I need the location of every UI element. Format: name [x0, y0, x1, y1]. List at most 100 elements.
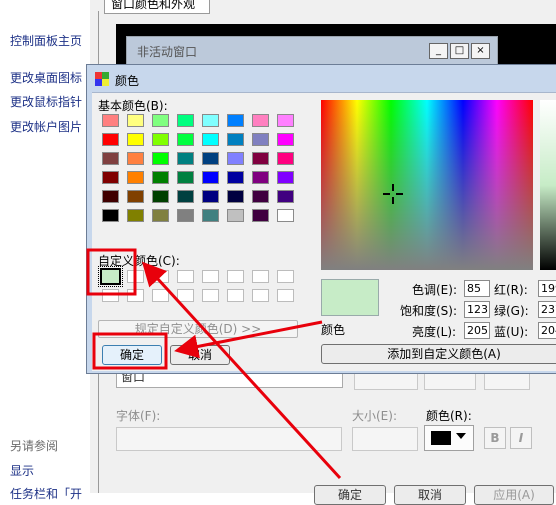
basic-color-swatch[interactable]	[177, 190, 194, 203]
basic-color-swatch[interactable]	[152, 152, 169, 165]
crosshair-icon[interactable]	[383, 184, 403, 204]
green-label: 绿(G):	[494, 304, 529, 318]
basic-color-swatch[interactable]	[277, 133, 294, 146]
basic-color-swatch[interactable]	[277, 190, 294, 203]
sidebar-link-change-desktop-icons[interactable]: 更改桌面图标	[10, 69, 82, 86]
basic-color-swatch[interactable]	[202, 133, 219, 146]
color-label: 颜色(R):	[426, 409, 472, 423]
green-field[interactable]: 237	[538, 301, 556, 318]
custom-color-swatch[interactable]	[177, 270, 194, 283]
basic-color-swatch[interactable]	[127, 190, 144, 203]
basic-color-swatch[interactable]	[202, 114, 219, 127]
font-dropdown[interactable]	[116, 427, 342, 451]
bg-apply-button[interactable]: 应用(A)	[474, 485, 554, 505]
basic-color-swatch[interactable]	[277, 209, 294, 222]
tab-window-color-appearance[interactable]: 窗口颜色和外观	[104, 0, 210, 14]
custom-color-swatch[interactable]	[277, 270, 294, 283]
basic-color-swatch[interactable]	[277, 152, 294, 165]
luminance-field[interactable]: 205	[464, 322, 490, 339]
custom-color-swatch[interactable]	[227, 289, 244, 302]
blue-field[interactable]: 204	[538, 322, 556, 339]
basic-color-swatch[interactable]	[102, 114, 119, 127]
basic-color-swatch[interactable]	[127, 152, 144, 165]
saturation-field[interactable]: 123	[464, 301, 490, 318]
custom-color-swatch[interactable]	[202, 289, 219, 302]
basic-color-swatch[interactable]	[227, 133, 244, 146]
font-size-dropdown[interactable]	[352, 427, 418, 451]
custom-color-swatch[interactable]	[152, 270, 169, 283]
custom-color-swatch[interactable]	[227, 270, 244, 283]
custom-color-swatch[interactable]	[177, 289, 194, 302]
basic-color-swatch[interactable]	[127, 133, 144, 146]
basic-color-swatch[interactable]	[177, 114, 194, 127]
bg-ok-button[interactable]: 确定	[314, 485, 386, 505]
define-custom-colors-button[interactable]: 规定自定义颜色(D) >>	[98, 320, 298, 338]
basic-color-swatch[interactable]	[102, 209, 119, 222]
basic-color-swatch[interactable]	[177, 171, 194, 184]
custom-color-swatch-selected[interactable]	[98, 266, 123, 287]
add-to-custom-colors-button[interactable]: 添加到自定义颜色(A)	[321, 344, 556, 364]
basic-color-swatch[interactable]	[202, 152, 219, 165]
bold-button[interactable]: B	[484, 427, 506, 449]
basic-color-swatch[interactable]	[202, 190, 219, 203]
basic-color-swatch[interactable]	[177, 152, 194, 165]
hue-field[interactable]: 85	[464, 280, 490, 297]
basic-color-swatch[interactable]	[152, 133, 169, 146]
italic-button[interactable]: I	[510, 427, 532, 449]
basic-color-swatch[interactable]	[252, 171, 269, 184]
color-spectrum[interactable]	[321, 100, 533, 270]
basic-color-swatch[interactable]	[227, 190, 244, 203]
basic-color-swatch[interactable]	[152, 209, 169, 222]
basic-color-swatch[interactable]	[102, 152, 119, 165]
sidebar-link-change-mouse-pointer[interactable]: 更改鼠标指针	[10, 93, 82, 110]
minimize-icon: _	[429, 43, 448, 59]
see-also-link-display[interactable]: 显示	[10, 462, 34, 479]
ok-button[interactable]: 确定	[102, 345, 162, 365]
basic-color-swatch[interactable]	[227, 114, 244, 127]
bg-cancel-button[interactable]: 取消	[394, 485, 466, 505]
basic-color-swatch[interactable]	[127, 114, 144, 127]
basic-color-swatch[interactable]	[102, 133, 119, 146]
dialog-body: 基本颜色(B): 自定义颜色(C): 规定自定义颜色(D) >> 确定 取消 颜…	[92, 92, 556, 371]
cancel-button[interactable]: 取消	[170, 345, 230, 365]
basic-color-swatch[interactable]	[252, 190, 269, 203]
basic-color-swatch[interactable]	[227, 152, 244, 165]
sidebar-link-control-panel-home[interactable]: 控制面板主页	[10, 32, 82, 49]
custom-color-swatch[interactable]	[202, 270, 219, 283]
basic-color-swatch[interactable]	[202, 209, 219, 222]
basic-color-swatch[interactable]	[102, 171, 119, 184]
basic-color-swatch[interactable]	[152, 171, 169, 184]
basic-color-swatch[interactable]	[277, 171, 294, 184]
luminance-slider[interactable]	[540, 100, 556, 270]
custom-color-swatch[interactable]	[127, 270, 144, 283]
dialog-close-button[interactable]	[527, 69, 556, 87]
custom-color-swatch[interactable]	[102, 289, 119, 302]
sidebar-link-change-account-picture[interactable]: 更改帐户图片	[10, 118, 82, 135]
basic-color-swatch[interactable]	[127, 171, 144, 184]
red-field[interactable]: 199	[538, 280, 556, 297]
basic-color-swatch[interactable]	[152, 114, 169, 127]
basic-color-swatch[interactable]	[252, 209, 269, 222]
custom-colors-grid	[98, 266, 294, 302]
font-color-button[interactable]	[424, 425, 474, 451]
custom-color-swatch[interactable]	[152, 289, 169, 302]
color-preview-swatch	[321, 279, 379, 316]
basic-color-swatch[interactable]	[102, 190, 119, 203]
basic-color-swatch[interactable]	[227, 171, 244, 184]
basic-color-swatch[interactable]	[177, 209, 194, 222]
basic-color-swatch[interactable]	[252, 114, 269, 127]
basic-color-swatch[interactable]	[177, 133, 194, 146]
basic-color-swatch[interactable]	[202, 171, 219, 184]
basic-color-swatch[interactable]	[252, 133, 269, 146]
custom-color-swatch[interactable]	[252, 270, 269, 283]
custom-color-swatch[interactable]	[252, 289, 269, 302]
basic-color-swatch[interactable]	[277, 114, 294, 127]
basic-color-swatch[interactable]	[152, 190, 169, 203]
custom-colors-label: 自定义颜色(C):	[98, 254, 180, 268]
basic-color-swatch[interactable]	[227, 209, 244, 222]
see-also-link-taskbar[interactable]: 任务栏和「开	[10, 485, 82, 502]
custom-color-swatch[interactable]	[127, 289, 144, 302]
basic-color-swatch[interactable]	[127, 209, 144, 222]
basic-color-swatch[interactable]	[252, 152, 269, 165]
custom-color-swatch[interactable]	[277, 289, 294, 302]
